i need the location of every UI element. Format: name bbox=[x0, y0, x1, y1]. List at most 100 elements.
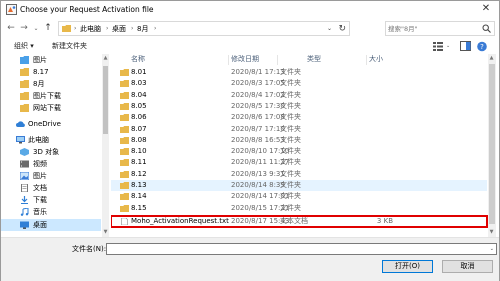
folder-row[interactable]: 8.10 2020/8/10 17:10 文件夹 bbox=[111, 146, 487, 157]
sidebar-item-music[interactable]: 音乐 bbox=[1, 206, 101, 218]
file-type: 文件夹 bbox=[280, 135, 301, 144]
close-button[interactable]: ✕ bbox=[479, 3, 493, 16]
title-bar: Choose your Request Activation file ✕ bbox=[1, 1, 499, 18]
file-type: 文件夹 bbox=[280, 147, 301, 156]
column-divider[interactable] bbox=[277, 55, 278, 65]
sidebar-item-image-downloads[interactable]: 图片下载 bbox=[1, 90, 101, 102]
sidebar-item-videos[interactable]: 视频 bbox=[1, 158, 101, 170]
command-toolbar: 组织 ▾ 新建文件夹 ⌄ ? bbox=[1, 40, 499, 54]
folder-row[interactable]: 8.13 2020/8/14 8:39 文件夹 bbox=[111, 180, 487, 191]
folder-icon bbox=[120, 80, 129, 88]
folder-row[interactable]: 8.14 2020/8/14 17:01 文件夹 bbox=[111, 191, 487, 202]
navigation-pane: 图片 8.17 8月 图片下载 网站下载 OneDrive 此电脑 3D 对象 bbox=[1, 54, 109, 237]
folder-row[interactable]: 8.06 2020/8/6 17:08 文件夹 bbox=[111, 112, 487, 123]
sidebar-item-pictures-pinned[interactable]: 图片 bbox=[1, 54, 101, 66]
file-type: 文件夹 bbox=[280, 90, 301, 99]
folder-row[interactable]: 8.08 2020/8/8 16:53 文件夹 bbox=[111, 135, 487, 146]
recent-locations-button[interactable]: ⌄ bbox=[30, 22, 42, 35]
folder-icon bbox=[120, 148, 129, 156]
file-row[interactable]: Moho_ActivationRequest.txt 2020/8/17 15:4… bbox=[111, 214, 488, 228]
file-date: 2020/8/4 17:02 bbox=[231, 90, 285, 99]
file-type: 文件夹 bbox=[280, 158, 301, 167]
document-icon bbox=[21, 184, 28, 192]
sidebar-item-3d-objects[interactable]: 3D 对象 bbox=[1, 146, 101, 158]
breadcrumb-this-pc[interactable]: 此电脑 bbox=[80, 24, 101, 34]
cancel-button[interactable]: 取消 bbox=[442, 260, 493, 273]
scroll-up-arrow-icon[interactable]: ▲ bbox=[488, 55, 495, 62]
scroll-up-arrow-icon[interactable]: ▲ bbox=[102, 55, 109, 62]
folder-icon bbox=[120, 204, 129, 212]
filename-input[interactable] bbox=[107, 244, 477, 254]
search-box bbox=[385, 21, 495, 36]
file-date: 2020/8/1 17:13 bbox=[231, 68, 285, 76]
back-button[interactable]: ← bbox=[5, 22, 17, 35]
file-list-scroll-thumb[interactable] bbox=[489, 64, 495, 224]
sidebar-item-desktop[interactable]: 桌面 bbox=[1, 219, 101, 231]
help-icon[interactable]: ? bbox=[476, 41, 488, 52]
column-header-type[interactable]: 类型 bbox=[307, 54, 321, 65]
file-name: 8.08 bbox=[131, 135, 147, 144]
download-icon bbox=[21, 196, 28, 204]
organize-menu[interactable]: 组织 ▾ bbox=[14, 41, 34, 52]
new-folder-button[interactable]: 新建文件夹 bbox=[52, 41, 87, 52]
filename-dropdown-icon[interactable]: ⌄ bbox=[490, 245, 494, 254]
music-icon bbox=[20, 208, 29, 216]
scroll-down-arrow-icon[interactable]: ▼ bbox=[102, 229, 109, 236]
up-button[interactable]: ↑ bbox=[42, 22, 54, 35]
scroll-down-arrow-icon[interactable]: ▼ bbox=[488, 229, 495, 236]
breadcrumb-separator: › bbox=[154, 25, 157, 32]
open-button[interactable]: 打开(O) bbox=[382, 260, 433, 273]
folder-row[interactable]: 8.15 2020/8/15 17:21 文件夹 bbox=[111, 203, 487, 214]
column-header-size[interactable]: 大小 bbox=[369, 54, 383, 65]
pin-folder-icon bbox=[20, 56, 29, 64]
filename-combobox[interactable]: ⌄ bbox=[106, 243, 497, 255]
breadcrumb-desktop[interactable]: 桌面 bbox=[112, 24, 126, 34]
file-date: 2020/8/13 9:31 bbox=[231, 169, 285, 178]
file-name: 8.12 bbox=[131, 169, 147, 178]
folder-row[interactable]: 8.11 2020/8/11 11:27 文件夹 bbox=[111, 157, 487, 168]
folder-row[interactable]: 8.01 2020/8/1 17:13 文件夹 bbox=[111, 67, 487, 78]
column-header-date[interactable]: 修改日期 bbox=[231, 54, 259, 65]
dialog-footer: 文件名(N): ⌄ 打开(O) 取消 bbox=[1, 237, 499, 281]
folder-row[interactable]: 8.03 2020/8/3 17:05 文件夹 bbox=[111, 78, 487, 89]
folder-icon bbox=[20, 80, 29, 88]
search-input[interactable] bbox=[388, 23, 480, 34]
desktop-icon bbox=[20, 221, 29, 229]
forward-button[interactable]: → bbox=[18, 22, 30, 35]
breadcrumb-august[interactable]: 8月 bbox=[137, 24, 148, 34]
view-options-icon[interactable] bbox=[433, 41, 445, 52]
folder-row[interactable]: 8.07 2020/8/7 17:10 文件夹 bbox=[111, 124, 487, 135]
file-type: 文件夹 bbox=[280, 203, 301, 212]
folder-row[interactable]: 8.12 2020/8/13 9:31 文件夹 bbox=[111, 169, 487, 180]
video-icon bbox=[20, 160, 29, 168]
sidebar-item-onedrive[interactable]: OneDrive bbox=[1, 118, 101, 130]
file-name: 8.04 bbox=[131, 90, 147, 99]
sidebar-item-downloads[interactable]: 下载 bbox=[1, 194, 101, 206]
file-list-scrollbar[interactable]: ▲ ▼ bbox=[488, 54, 496, 237]
file-date: 2020/8/14 8:39 bbox=[231, 181, 285, 189]
file-type: 文件夹 bbox=[280, 113, 301, 122]
sidebar-scrollbar[interactable]: ▲ ▼ bbox=[102, 54, 109, 237]
folder-row[interactable]: 8.05 2020/8/5 17:30 文件夹 bbox=[111, 101, 487, 112]
refresh-button[interactable]: ↻ bbox=[338, 23, 346, 35]
sidebar-item-8-17[interactable]: 8.17 bbox=[1, 66, 101, 78]
column-divider[interactable] bbox=[366, 55, 367, 65]
sidebar-item-this-pc[interactable]: 此电脑 bbox=[1, 134, 101, 146]
sidebar-item-documents[interactable]: 文档 bbox=[1, 182, 101, 194]
folder-row[interactable]: 8.04 2020/8/4 17:02 文件夹 bbox=[111, 90, 487, 101]
sidebar-item-website-downloads[interactable]: 网站下载 bbox=[1, 102, 101, 114]
folder-icon bbox=[120, 114, 129, 122]
sidebar-item-pictures[interactable]: 图片 bbox=[1, 170, 101, 182]
column-header-name[interactable]: 名称 bbox=[131, 54, 145, 65]
address-dropdown-button[interactable]: ⌄ bbox=[327, 24, 332, 34]
app-icon bbox=[6, 4, 17, 15]
view-dropdown-icon[interactable]: ⌄ bbox=[446, 41, 450, 52]
breadcrumb-separator: › bbox=[74, 25, 77, 32]
sidebar-item-august[interactable]: 8月 bbox=[1, 78, 101, 90]
address-bar[interactable]: › 此电脑 › 桌面 › 8月 › ⌄ ↻ bbox=[58, 21, 350, 36]
column-divider[interactable] bbox=[228, 55, 229, 65]
preview-pane-icon[interactable] bbox=[460, 41, 472, 52]
folder-icon bbox=[20, 92, 29, 100]
folder-icon bbox=[120, 170, 129, 178]
sidebar-scroll-thumb[interactable] bbox=[103, 66, 108, 134]
